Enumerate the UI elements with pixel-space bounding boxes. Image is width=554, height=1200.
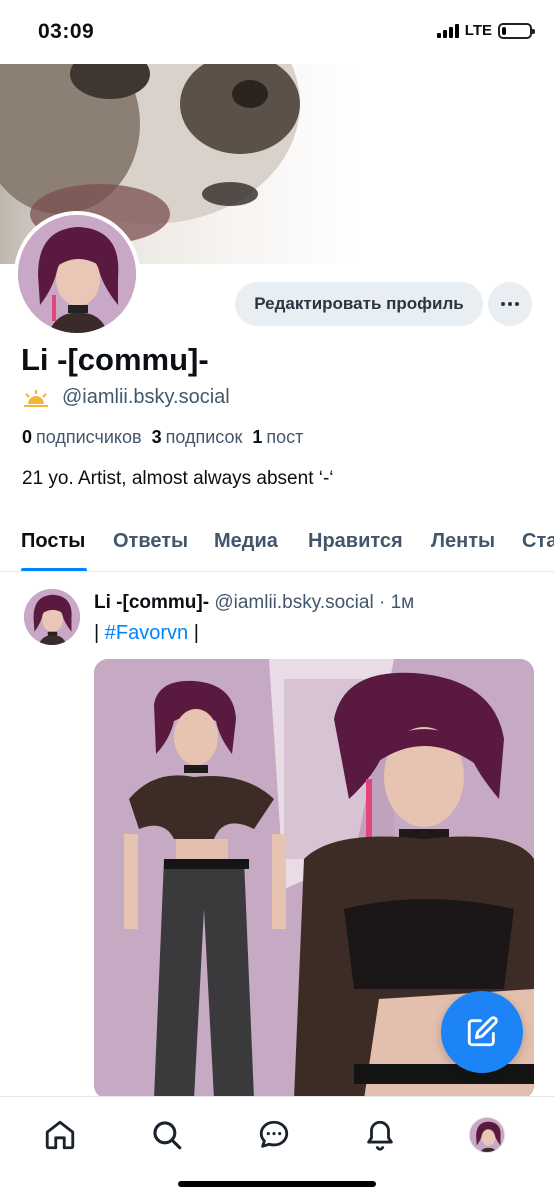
tab-starter-packs[interactable]: Ста [522, 530, 554, 553]
profile-avatar[interactable] [14, 211, 140, 337]
following-stat[interactable]: 3 подписок [152, 427, 243, 448]
tab-replies[interactable]: Ответы [113, 530, 188, 553]
post-avatar-illustration [24, 589, 80, 645]
status-bar: 03:09 LTE [0, 0, 554, 64]
active-tab-indicator [21, 568, 87, 571]
nav-home[interactable] [40, 1115, 80, 1155]
tab-likes[interactable]: Нравится [308, 530, 403, 553]
post-time: · 1м [378, 592, 415, 613]
nav-avatar-illustration [470, 1118, 504, 1152]
more-dots-icon [501, 302, 505, 306]
search-icon [153, 1121, 182, 1150]
more-dot [515, 302, 519, 306]
following-label: подписок [165, 427, 243, 447]
post-text: | #Favorvn | [94, 622, 199, 645]
status-indicators: LTE [436, 22, 535, 39]
profile-bio: 21 yo. Artist, almost always absent ‘-‘ [22, 468, 334, 489]
handle-row: @iamlii.bsky.social [22, 386, 230, 409]
battery-icon [498, 22, 535, 39]
tab-feeds[interactable]: Ленты [431, 530, 495, 553]
post-author-handle[interactable]: @iamlii.bsky.social [214, 592, 373, 613]
signal-icon [436, 23, 459, 38]
bell-icon [367, 1120, 393, 1151]
more-dot [508, 302, 512, 306]
post-text-suffix: | [188, 622, 199, 644]
bottom-navigation [0, 1096, 554, 1200]
post-author-name[interactable]: Li -[commu]- [94, 592, 209, 613]
profile-tabs: Посты Ответы Медиа Нравится Ленты Ста [0, 518, 554, 572]
avatar-illustration [18, 215, 136, 333]
following-count: 3 [151, 427, 162, 447]
nav-search[interactable] [147, 1115, 187, 1155]
posts-label: пост [266, 427, 304, 447]
post-hashtag[interactable]: #Favorvn [105, 622, 188, 644]
display-name: Li -[commu]- [21, 342, 209, 377]
compose-post-button[interactable] [441, 991, 523, 1073]
chat-icon [259, 1120, 289, 1148]
followers-stat[interactable]: 0 подписчиков [22, 427, 142, 448]
tab-media[interactable]: Медиа [214, 530, 278, 553]
battery-level [502, 26, 506, 35]
profile-handle[interactable]: @iamlii.bsky.social [62, 386, 230, 409]
posts-count: 1 [252, 427, 263, 447]
home-icon [45, 1120, 75, 1150]
tab-posts[interactable]: Посты [21, 530, 85, 553]
posts-stat: 1 пост [252, 427, 303, 448]
edit-profile-button[interactable]: Редактировать профиль [235, 282, 483, 326]
network-label: LTE [464, 22, 492, 39]
profile-stats: 0 подписчиков 3 подписок 1 пост [22, 427, 303, 448]
nav-notifications[interactable] [360, 1115, 400, 1155]
status-time: 03:09 [38, 20, 95, 43]
more-options-button[interactable] [488, 282, 532, 326]
post-author-avatar[interactable] [24, 589, 80, 645]
nav-chat[interactable] [254, 1115, 294, 1155]
post-text-prefix: | [94, 622, 105, 644]
sunrise-icon [24, 389, 48, 407]
nav-profile[interactable] [467, 1115, 507, 1155]
followers-count: 0 [22, 427, 33, 447]
followers-label: подписчиков [36, 427, 142, 447]
compose-icon [467, 1016, 498, 1047]
home-indicator [178, 1181, 376, 1187]
post-header: Li -[commu]- @iamlii.bsky.social · 1м [94, 592, 414, 614]
profile-avatar-small [469, 1117, 505, 1153]
